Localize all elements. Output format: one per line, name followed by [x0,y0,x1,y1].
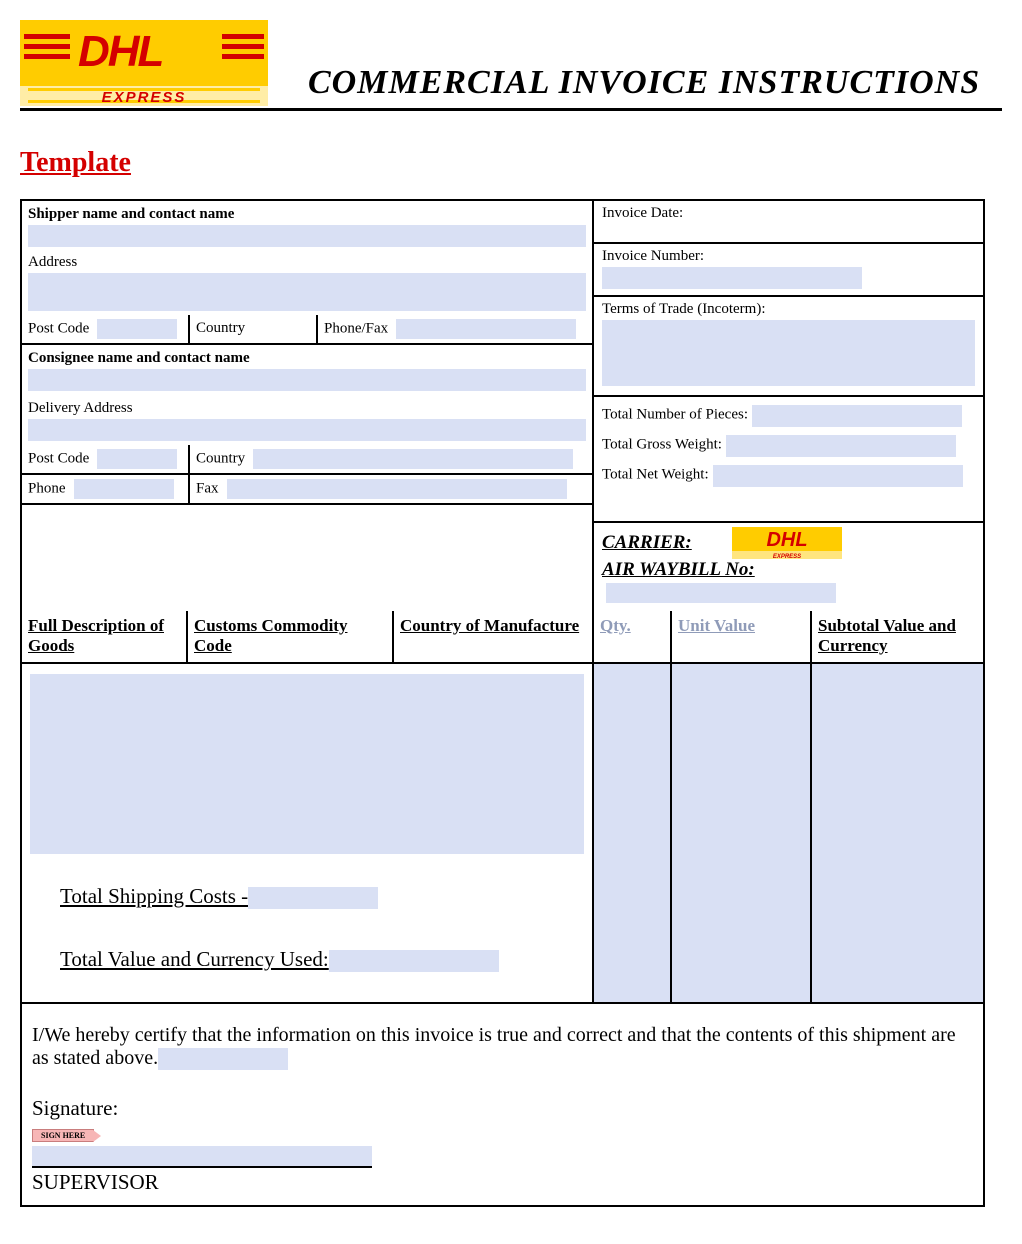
total-value-input[interactable] [329,950,499,972]
carrier-label: CARRIER: [602,532,692,554]
signature-label: Signature: [32,1096,973,1121]
certification-block: I/We hereby certify that the information… [22,1004,983,1205]
page-title: COMMERCIAL INVOICE INSTRUCTIONS [308,64,1002,106]
net-input[interactable] [713,465,963,487]
awb-label: AIR WAYBILL No: [602,559,755,580]
consignee-fax-label: Fax [196,481,219,497]
total-shipping-input[interactable] [248,887,378,909]
net-label: Total Net Weight: [602,467,709,483]
awb-input[interactable] [606,583,836,603]
shipper-address-label: Address [28,254,77,270]
total-value-line: Total Value and Currency Used: [60,947,584,972]
terms-label: Terms of Trade (Incoterm): [602,301,975,318]
svg-text:DHL: DHL [766,529,807,551]
consignee-phone-input[interactable] [74,479,174,499]
qty-input-col[interactable] [594,664,672,1002]
description-input[interactable] [30,674,584,854]
certification-fill[interactable] [158,1048,288,1070]
consignee-phone-label: Phone [28,481,66,497]
shipper-address-input[interactable] [28,273,586,311]
dhl-logo-icon: DHL EXPRESS [20,20,268,106]
items-body: Total Shipping Costs - Total Value and C… [22,664,983,1004]
supervisor-label: SUPERVISOR [32,1170,973,1195]
consignee-fax-input[interactable] [227,479,567,499]
shipper-phonefax-label: Phone/Fax [324,321,388,337]
template-link[interactable]: Template [20,147,131,179]
signature-input[interactable] [32,1146,372,1168]
shipper-country-label: Country [196,320,245,336]
subtotal-input-col[interactable] [812,664,983,1002]
consignee-postcode-input[interactable] [97,449,177,469]
delivery-address-label: Delivery Address [28,400,133,416]
shipper-postcode-label: Post Code [28,321,89,337]
total-shipping-line: Total Shipping Costs - [60,884,584,909]
col-commodity: Customs Commodity Code [188,611,394,662]
total-shipping-label: Total Shipping Costs - [60,884,248,908]
shipper-name-label: Shipper name and contact name [28,206,234,222]
invoice-form: Shipper name and contact name Address Po… [20,199,985,1207]
col-subtotal: Subtotal Value and Currency [812,611,983,662]
shipper-phonefax-input[interactable] [396,319,576,339]
consignee-postcode-label: Post Code [28,451,89,467]
dhl-logo: DHL EXPRESS [20,20,268,106]
col-unit: Unit Value [672,611,812,662]
shipper-name-input[interactable] [28,225,586,247]
invoice-date-label: Invoice Date: [602,205,975,222]
page-header: DHL EXPRESS COMMERCIAL INVOICE INSTRUCTI… [20,20,1002,111]
invoice-number-input[interactable] [602,267,862,289]
terms-input[interactable] [602,320,975,386]
col-qty: Qty. [594,611,672,662]
dhl-mini-logo-icon: DHL EXPRESS [732,527,842,559]
awb-line: AIR WAYBILL No: [602,559,975,603]
carrier-line: CARRIER: DHL EXPRESS [602,527,975,559]
items-header: Full Description of Goods Customs Commod… [22,611,983,664]
svg-text:EXPRESS: EXPRESS [773,554,801,559]
gross-input[interactable] [726,435,956,457]
consignee-country-label: Country [196,451,245,467]
delivery-address-input[interactable] [28,419,586,441]
total-value-label: Total Value and Currency Used: [60,947,329,971]
invoice-number-label: Invoice Number: [602,248,975,265]
svg-text:DHL: DHL [78,27,163,76]
consignee-name-label: Consignee name and contact name [28,350,250,366]
sign-here-tag[interactable]: SIGN HERE [32,1129,94,1142]
gross-label: Total Gross Weight: [602,437,722,453]
col-country: Country of Manufacture [394,611,594,662]
unit-value-input-col[interactable] [672,664,812,1002]
pieces-input[interactable] [752,405,962,427]
pieces-label: Total Number of Pieces: [602,407,748,423]
shipper-postcode-input[interactable] [97,319,177,339]
col-description: Full Description of Goods [22,611,188,662]
consignee-name-input[interactable] [28,369,586,391]
dhl-express-text: EXPRESS [102,89,187,106]
consignee-country-input[interactable] [253,449,573,469]
